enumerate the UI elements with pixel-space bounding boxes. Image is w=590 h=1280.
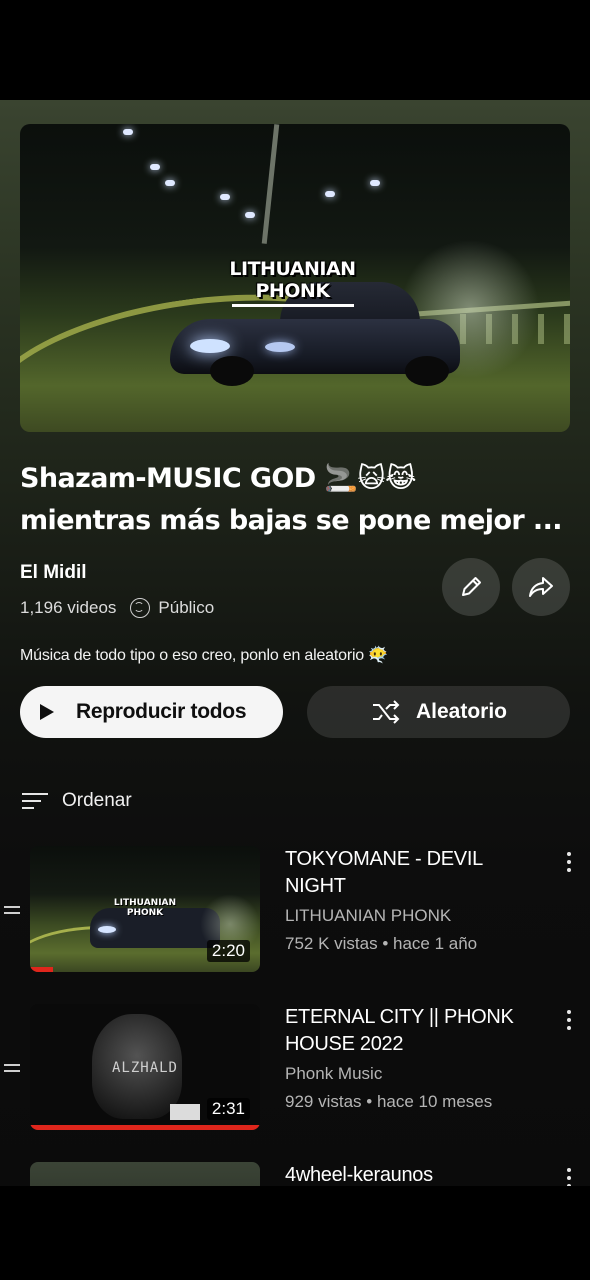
sort-button[interactable]: Ordenar bbox=[22, 790, 132, 812]
watch-progress-bar bbox=[30, 967, 53, 972]
more-options-icon[interactable] bbox=[566, 852, 572, 872]
video-count: 1,196 videos bbox=[20, 598, 117, 617]
video-thumbnail[interactable]: ALZHALD 2:31 bbox=[30, 1004, 260, 1130]
share-icon bbox=[529, 577, 553, 597]
playlist-screen: LITHUANIAN PHONK Shazam-MUSIC GOD 🚬🙀😹 mi… bbox=[0, 100, 590, 1186]
globe-icon bbox=[130, 598, 151, 618]
list-item[interactable]: 4wheel-keraunos bbox=[0, 1162, 590, 1186]
video-stats: 929 vistas • hace 10 meses bbox=[285, 1092, 493, 1111]
video-stats: 752 K vistas • hace 1 año bbox=[285, 934, 478, 953]
playlist-owner[interactable]: El Midil bbox=[20, 562, 87, 584]
video-channel: Phonk Music bbox=[285, 1064, 383, 1083]
edit-button[interactable] bbox=[442, 558, 500, 616]
more-options-icon[interactable] bbox=[566, 1168, 572, 1186]
more-options-icon[interactable] bbox=[566, 1010, 572, 1030]
video-title[interactable]: ETERNAL CITY || PHONK HOUSE 2022 bbox=[285, 1004, 535, 1058]
drag-handle-icon[interactable] bbox=[4, 1064, 20, 1072]
visibility-label: Público bbox=[158, 598, 215, 617]
advisory-label-icon bbox=[170, 1104, 200, 1120]
playlist-thumbnail[interactable]: LITHUANIAN PHONK bbox=[20, 124, 570, 432]
video-thumbnail[interactable]: LITHUANIAN PHONK 2:20 bbox=[30, 846, 260, 972]
drag-handle-icon[interactable] bbox=[4, 906, 20, 914]
thumbnail-overlay-text: LITHUANIAN PHONK bbox=[229, 258, 356, 302]
video-title[interactable]: 4wheel-keraunos bbox=[285, 1162, 535, 1186]
play-icon bbox=[40, 704, 54, 720]
playlist-description: Música de todo tipo o eso creo, ponlo en… bbox=[20, 647, 388, 664]
play-all-button[interactable]: Reproducir todos bbox=[20, 686, 283, 738]
thumbnail-overlay-text: LITHUANIAN PHONK bbox=[113, 898, 177, 918]
sort-icon bbox=[22, 791, 48, 811]
duration-badge: 2:31 bbox=[206, 1098, 250, 1120]
thumbnail-overlay-text: ALZHALD bbox=[111, 1060, 178, 1076]
list-item[interactable]: ALZHALD 2:31 ETERNAL CITY || PHONK HOUSE… bbox=[0, 1004, 590, 1144]
navigation-bar-area bbox=[0, 1186, 590, 1280]
status-bar-area bbox=[0, 0, 590, 100]
shuffle-button[interactable]: Aleatorio bbox=[307, 686, 570, 738]
playlist-title: Shazam-MUSIC GOD 🚬🙀😹 mientras más bajas … bbox=[20, 463, 562, 536]
playlist-meta: 1,196 videos Público bbox=[20, 598, 214, 618]
shuffle-icon bbox=[372, 700, 400, 724]
video-channel: LITHUANIAN PHONK bbox=[285, 906, 452, 925]
watch-progress-bar bbox=[30, 1125, 260, 1130]
pencil-icon bbox=[462, 577, 481, 596]
duration-badge: 2:20 bbox=[206, 940, 250, 962]
video-thumbnail[interactable] bbox=[30, 1162, 260, 1186]
share-button[interactable] bbox=[512, 558, 570, 616]
list-item[interactable]: LITHUANIAN PHONK 2:20 TOKYOMANE - DEVIL … bbox=[0, 846, 590, 986]
video-title[interactable]: TOKYOMANE - DEVIL NIGHT bbox=[285, 846, 535, 900]
